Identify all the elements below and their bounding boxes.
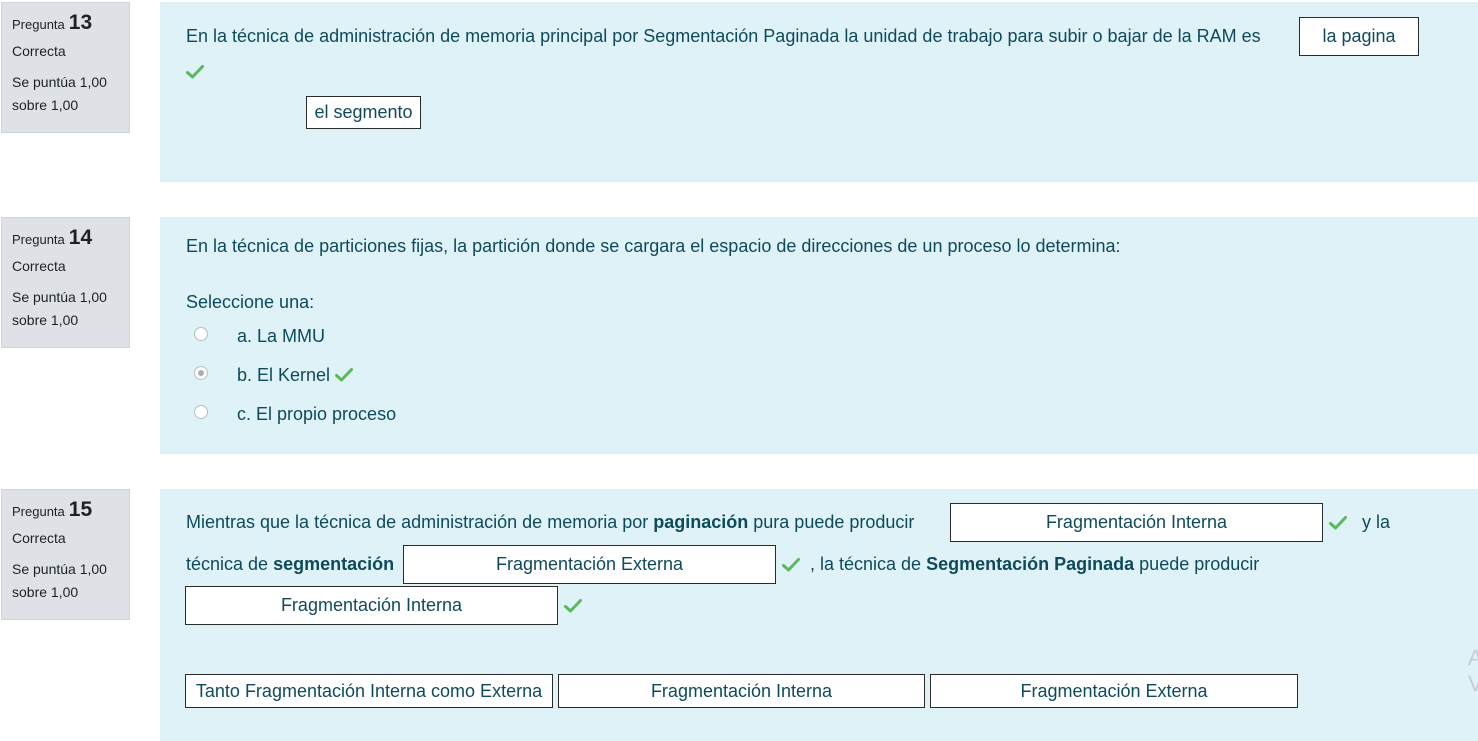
question-state: Correcta bbox=[12, 258, 66, 274]
option-radio-a[interactable] bbox=[194, 327, 208, 341]
choice-draggable[interactable]: Fragmentación Externa bbox=[930, 674, 1298, 708]
question-label: Pregunta bbox=[12, 17, 65, 32]
option-label-a[interactable]: a. La MMU bbox=[237, 326, 325, 347]
option-radio-b[interactable] bbox=[194, 366, 208, 380]
choice-draggable[interactable]: Fragmentación Interna bbox=[558, 674, 925, 708]
check-icon bbox=[1329, 516, 1347, 530]
question-content-14: En la técnica de particiones fijas, la p… bbox=[160, 217, 1478, 454]
question-state: Correcta bbox=[12, 43, 66, 59]
question-text-part: y la bbox=[1362, 512, 1391, 532]
check-icon bbox=[782, 558, 800, 572]
question-number: 13 bbox=[68, 11, 93, 34]
question-state: Correcta bbox=[12, 530, 66, 546]
question-text-part: técnica de segmentación bbox=[186, 554, 395, 574]
answer-dropzone[interactable]: la pagina bbox=[1299, 17, 1419, 56]
choice-draggable[interactable]: el segmento bbox=[306, 96, 421, 129]
bold-term: Segmentación Paginada bbox=[926, 554, 1135, 574]
question-text: En la técnica de particiones fijas, la p… bbox=[186, 236, 1121, 256]
check-icon bbox=[335, 368, 353, 382]
question-info-15: Pregunta 15 Correcta Se puntúa 1,00 sobre… bbox=[1, 489, 130, 620]
question-label: Pregunta bbox=[12, 232, 65, 247]
answer-dropzone-2[interactable]: Fragmentación Externa bbox=[403, 545, 776, 584]
option-radio-c[interactable] bbox=[194, 405, 208, 419]
question-grade: Se puntúa 1,00 sobre 1,00 bbox=[12, 561, 107, 600]
question-text: En la técnica de administración de memor… bbox=[186, 26, 1261, 46]
clipped-edge-text: A V bbox=[1468, 645, 1478, 696]
question-number: 14 bbox=[68, 226, 93, 249]
question-content-15: Mientras que la técnica de administració… bbox=[160, 489, 1478, 741]
question-label: Pregunta bbox=[12, 504, 65, 519]
question-text-part: Mientras que la técnica de administració… bbox=[186, 512, 915, 532]
question-grade: Se puntúa 1,00 sobre 1,00 bbox=[12, 289, 107, 328]
check-icon bbox=[186, 65, 204, 79]
answer-dropzone-1[interactable]: Fragmentación Interna bbox=[950, 503, 1323, 542]
select-prompt: Seleccione una: bbox=[186, 292, 315, 312]
option-label-c[interactable]: c. El propio proceso bbox=[237, 404, 396, 425]
question-content-13: En la técnica de administración de memor… bbox=[160, 2, 1478, 182]
bold-term: paginación bbox=[653, 512, 749, 532]
question-number: 15 bbox=[68, 498, 93, 521]
question-text-part: , la técnica de Segmentación Paginada pu… bbox=[810, 554, 1260, 574]
check-icon bbox=[564, 599, 582, 613]
bold-term: segmentación bbox=[273, 554, 395, 574]
question-info-13: Pregunta 13 Correcta Se puntúa 1,00 sobre… bbox=[1, 2, 130, 133]
answer-dropzone-3[interactable]: Fragmentación Interna bbox=[185, 586, 558, 625]
question-info-14: Pregunta 14 Correcta Se puntúa 1,00 sobre… bbox=[1, 217, 130, 348]
choice-draggable[interactable]: Tanto Fragmentación Interna como Externa bbox=[185, 674, 553, 708]
option-label-b[interactable]: b. El Kernel bbox=[237, 365, 330, 386]
question-grade: Se puntúa 1,00 sobre 1,00 bbox=[12, 74, 107, 113]
